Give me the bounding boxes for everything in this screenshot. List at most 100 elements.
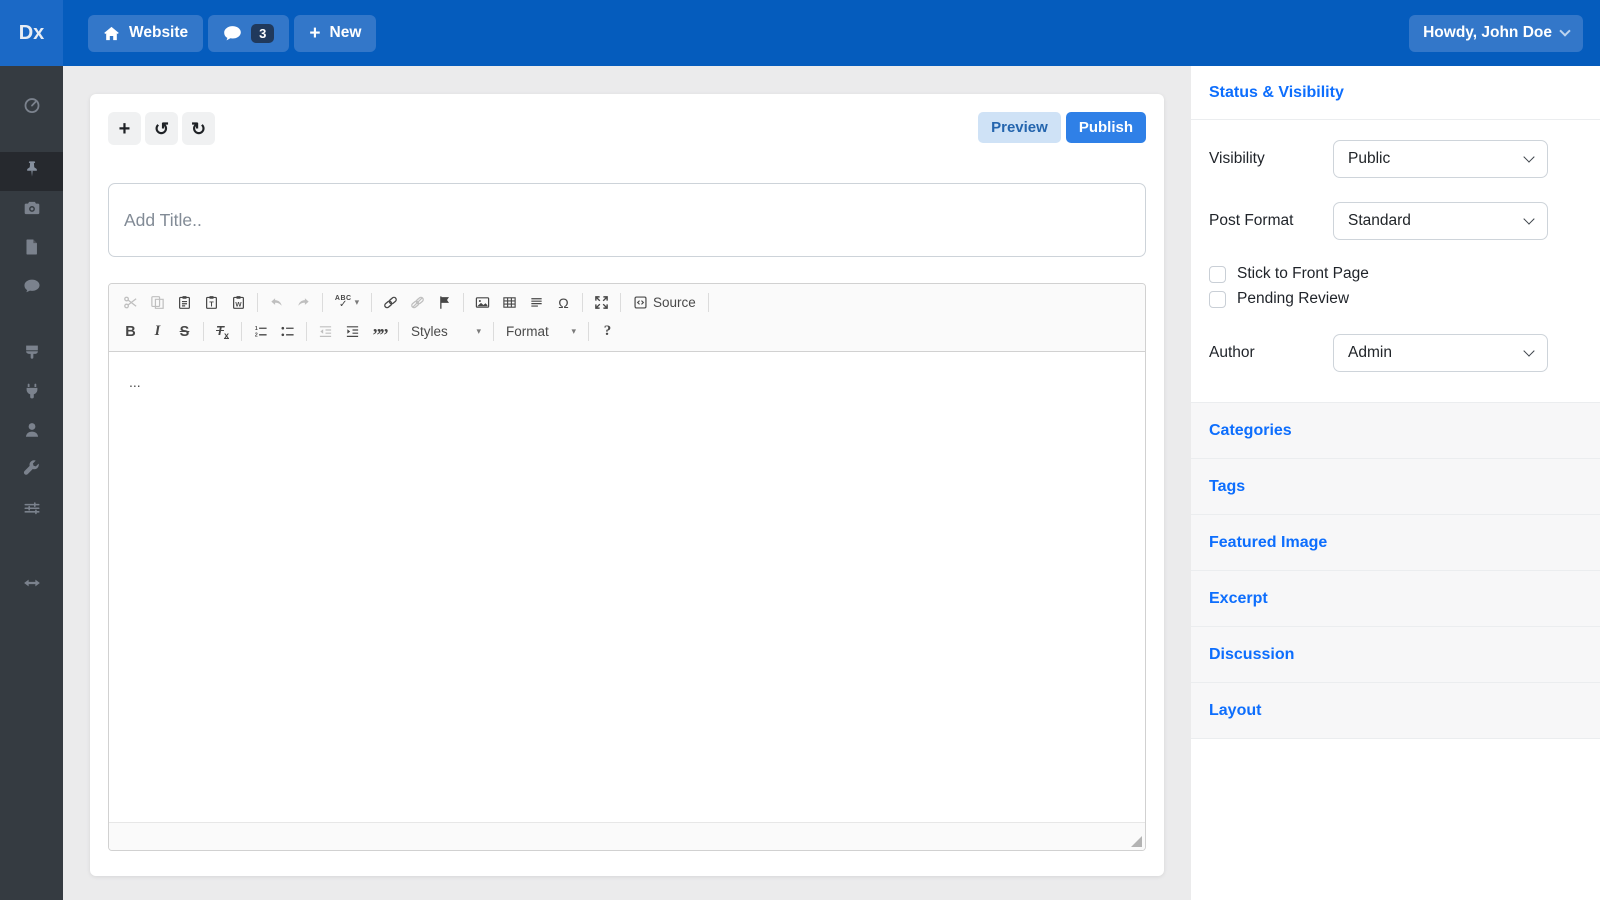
section-layout[interactable]: Layout (1191, 683, 1600, 739)
stick-front-page-row: Stick to Front Page (1209, 265, 1548, 283)
topbar-nav: Website 3 + New (88, 15, 376, 52)
sidebar-item-dashboard[interactable] (0, 88, 63, 127)
editor-toolbar: T W ABC ✓ (109, 284, 1145, 352)
sidebar-collapse-toggle[interactable] (0, 566, 63, 605)
rich-text-editor: T W ABC ✓ (108, 283, 1146, 851)
editor-content-area[interactable]: ... (109, 352, 1145, 822)
post-title-input[interactable] (108, 183, 1146, 257)
settings-panel: Status & Visibility Visibility Public Po… (1191, 66, 1600, 900)
toolbar-undo-button[interactable] (263, 290, 290, 316)
strikethrough-button[interactable]: S (171, 319, 198, 345)
user-menu-label: Howdy, John Doe (1423, 24, 1552, 42)
redo-button[interactable]: ↻ (182, 112, 215, 145)
user-menu-button[interactable]: Howdy, John Doe (1409, 15, 1583, 52)
format-dropdown[interactable]: Format ▾ (499, 319, 583, 345)
copy-button[interactable] (144, 290, 171, 316)
post-format-label: Post Format (1209, 212, 1333, 230)
website-button[interactable]: Website (88, 15, 203, 52)
editor-card-toolbar: + ↺ ↻ Preview Publish (108, 112, 1146, 145)
post-actions: Preview Publish (978, 112, 1146, 143)
quote-icon: ”” (373, 323, 387, 340)
author-label: Author (1209, 344, 1333, 362)
author-select[interactable]: Admin (1333, 334, 1548, 372)
special-character-button[interactable]: Ω (550, 290, 577, 316)
bold-button[interactable]: B (117, 319, 144, 345)
visibility-row: Visibility Public (1209, 140, 1548, 178)
stick-front-page-checkbox[interactable] (1209, 266, 1226, 283)
pending-review-checkbox[interactable] (1209, 291, 1226, 308)
section-categories[interactable]: Categories (1191, 403, 1600, 459)
section-featured-image[interactable]: Featured Image (1191, 515, 1600, 571)
styles-dropdown[interactable]: Styles ▾ (404, 319, 488, 345)
ordered-list-button[interactable]: 12 (247, 319, 274, 345)
sidebar-item-media[interactable] (0, 191, 63, 230)
bullet-list-button[interactable] (274, 319, 301, 345)
visibility-value: Public (1348, 150, 1390, 168)
editor-status-bar (109, 822, 1145, 850)
spellcheck-icon: ABC ✓ (335, 295, 352, 310)
sidebar-item-users[interactable] (0, 413, 63, 452)
anchor-flag-button[interactable] (431, 290, 458, 316)
section-tags[interactable]: Tags (1191, 459, 1600, 515)
sidebar-item-comments[interactable] (0, 269, 63, 308)
plus-icon: + (119, 119, 131, 139)
help-button[interactable]: ? (594, 319, 621, 345)
collapsed-sections: Categories Tags Featured Image Excerpt D… (1191, 402, 1600, 739)
comments-button[interactable]: 3 (208, 15, 289, 52)
new-label: New (330, 24, 362, 42)
blockquote-button[interactable]: ”” (366, 319, 393, 345)
user-icon (23, 421, 41, 444)
app-logo[interactable]: Dx (0, 0, 63, 66)
sidebar-item-pages[interactable] (0, 230, 63, 269)
chevron-down-icon (1523, 151, 1534, 162)
remove-format-button[interactable]: Tx (209, 319, 236, 345)
topbar: Dx Website 3 + New Howdy, John Doe (0, 0, 1600, 66)
section-status-visibility[interactable]: Status & Visibility (1191, 66, 1600, 120)
wrench-icon (23, 460, 41, 483)
link-button[interactable] (377, 290, 404, 316)
horizontal-rule-button[interactable] (523, 290, 550, 316)
post-format-select[interactable]: Standard (1333, 202, 1548, 240)
spell-check-button[interactable]: ABC ✓ ▾ (328, 290, 366, 316)
paste-as-text-button[interactable]: T (198, 290, 225, 316)
author-value: Admin (1348, 344, 1392, 362)
paste-from-word-button[interactable]: W (225, 290, 252, 316)
chevron-down-icon (1523, 345, 1534, 356)
chevron-down-icon (1559, 25, 1570, 36)
toolbar-redo-button[interactable] (290, 290, 317, 316)
insert-image-button[interactable] (469, 290, 496, 316)
dashboard-icon (23, 96, 41, 119)
decrease-indent-button[interactable] (312, 319, 339, 345)
chevron-down-icon (1523, 213, 1534, 224)
sidebar-item-plugins[interactable] (0, 374, 63, 413)
resize-handle[interactable] (1131, 836, 1142, 847)
preview-button[interactable]: Preview (978, 112, 1061, 143)
sidebar-item-posts[interactable] (0, 152, 63, 191)
source-button[interactable]: Source (626, 290, 703, 316)
new-button[interactable]: + New (294, 15, 376, 52)
plus-icon: + (309, 24, 320, 43)
section-discussion[interactable]: Discussion (1191, 627, 1600, 683)
maximize-button[interactable] (588, 290, 615, 316)
publish-button[interactable]: Publish (1066, 112, 1146, 143)
sidebar-item-appearance[interactable] (0, 335, 63, 374)
italic-button[interactable]: I (144, 319, 171, 345)
cut-button[interactable] (117, 290, 144, 316)
add-block-button[interactable]: + (108, 112, 141, 145)
undo-icon: ↺ (154, 120, 169, 138)
collapse-icon (23, 574, 41, 597)
sidebar-item-settings[interactable] (0, 491, 63, 530)
unlink-button[interactable] (404, 290, 431, 316)
post-format-row: Post Format Standard (1209, 202, 1548, 240)
pin-icon (23, 160, 41, 183)
caret-down-icon: ▾ (355, 298, 360, 307)
undo-button[interactable]: ↺ (145, 112, 178, 145)
sidebar-item-tools[interactable] (0, 452, 63, 491)
increase-indent-button[interactable] (339, 319, 366, 345)
paste-button[interactable] (171, 290, 198, 316)
sidebar (0, 66, 63, 900)
insert-table-button[interactable] (496, 290, 523, 316)
visibility-select[interactable]: Public (1333, 140, 1548, 178)
section-excerpt[interactable]: Excerpt (1191, 571, 1600, 627)
visibility-label: Visibility (1209, 150, 1333, 168)
